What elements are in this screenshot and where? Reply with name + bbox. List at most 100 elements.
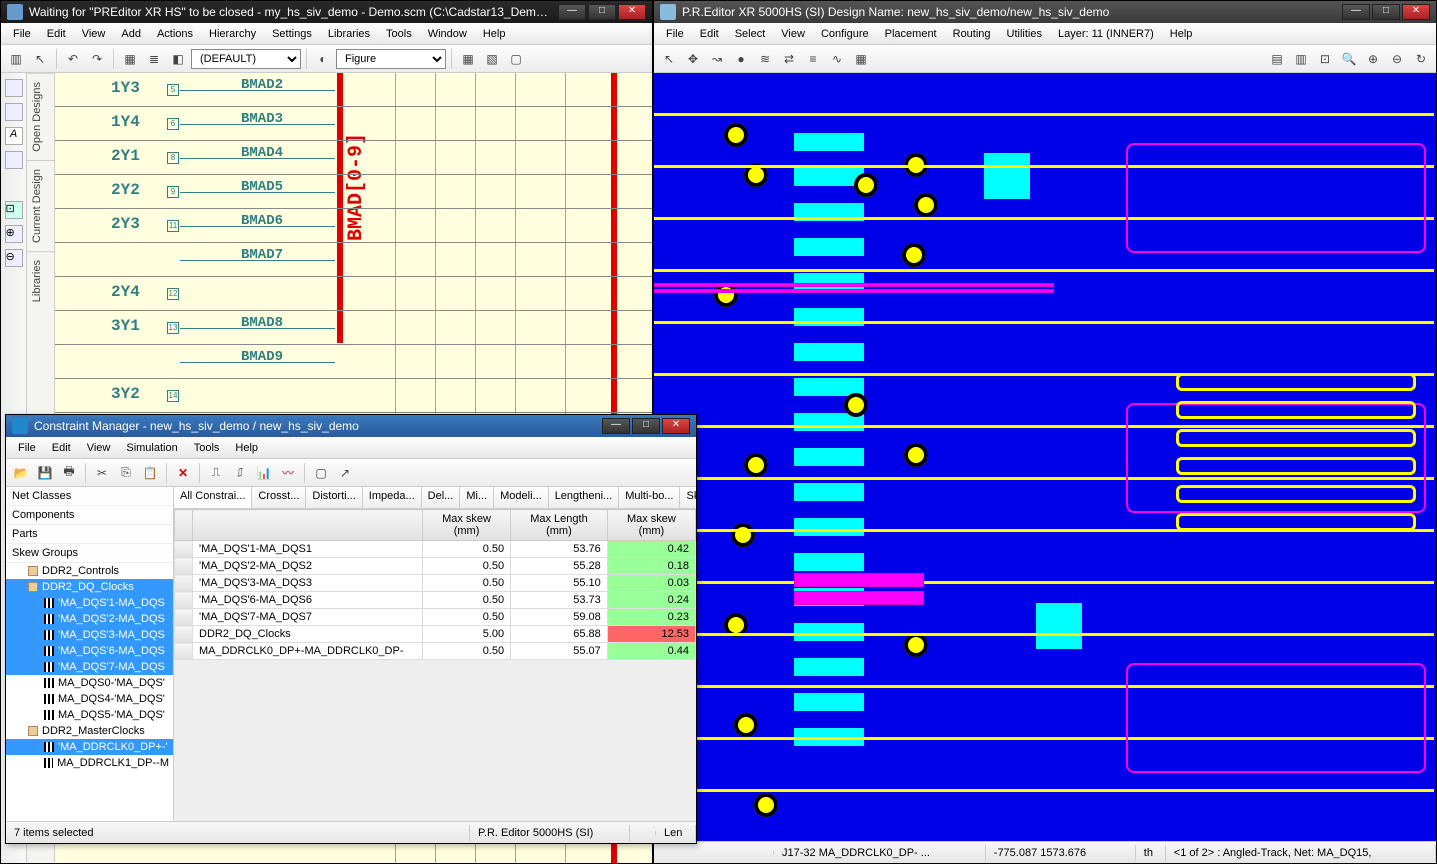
- cell-value[interactable]: 55.10: [511, 575, 608, 592]
- sim2-icon[interactable]: ⎎: [229, 462, 251, 484]
- cell-value[interactable]: 0.50: [423, 575, 511, 592]
- row-handle[interactable]: [175, 626, 193, 643]
- export-icon[interactable]: ↗: [334, 462, 356, 484]
- cell-value[interactable]: 59.08: [511, 609, 608, 626]
- zoom-out-icon[interactable]: ⊖: [5, 249, 23, 267]
- colors-icon[interactable]: ▥: [1290, 48, 1312, 70]
- print-icon[interactable]: 🖶: [58, 462, 80, 484]
- tree-item[interactable]: 'MA_DQS'7-MA_DQS: [6, 659, 173, 675]
- col-header[interactable]: Max skew (mm): [607, 510, 695, 541]
- menu-utilities[interactable]: Utilities: [999, 26, 1050, 42]
- cm-grid[interactable]: Max skew (mm)Max Length (mm)Max skew (mm…: [174, 509, 696, 821]
- cell-value[interactable]: 55.07: [511, 643, 608, 660]
- col-header[interactable]: Max Length (mm): [511, 510, 608, 541]
- window-icon[interactable]: ▦: [119, 48, 141, 70]
- menu-window[interactable]: Window: [420, 26, 475, 42]
- layers-icon[interactable]: ≣: [143, 48, 165, 70]
- menu-view[interactable]: View: [79, 440, 119, 456]
- tab-allconstrai[interactable]: All Constrai...: [174, 487, 252, 508]
- table-row[interactable]: 'MA_DQS'7-MA_DQS70.5059.080.23: [175, 609, 696, 626]
- refresh-icon[interactable]: ↻: [1410, 48, 1432, 70]
- side-tab-open-designs[interactable]: Open Designs: [27, 73, 54, 160]
- menu-edit[interactable]: Edit: [692, 26, 727, 42]
- open-icon[interactable]: 📂: [10, 462, 32, 484]
- cell-value[interactable]: 0.18: [607, 558, 695, 575]
- tree-item[interactable]: MA_DQS4-'MA_DQS': [6, 691, 173, 707]
- minimize-button[interactable]: —: [558, 4, 586, 20]
- maximize-button[interactable]: □: [632, 418, 660, 434]
- menu-file[interactable]: File: [10, 440, 44, 456]
- undo-icon[interactable]: ↶: [62, 48, 84, 70]
- bus-icon[interactable]: ≡: [802, 48, 824, 70]
- table-row[interactable]: 'MA_DQS'6-MA_DQS60.5053.730.24: [175, 592, 696, 609]
- menu-placement[interactable]: Placement: [877, 26, 945, 42]
- tree-item[interactable]: 'MA_DQS'3-MA_DQS: [6, 627, 173, 643]
- cell-name[interactable]: 'MA_DQS'6-MA_DQS6: [193, 592, 423, 609]
- table-row[interactable]: 'MA_DQS'1-MA_DQS10.5053.760.42: [175, 541, 696, 558]
- cm-titlebar[interactable]: Constraint Manager - new_hs_siv_demo / n…: [6, 415, 696, 437]
- minimize-button[interactable]: —: [1342, 4, 1370, 20]
- pr-canvas[interactable]: [654, 73, 1436, 841]
- side-tab-libraries[interactable]: Libraries: [27, 251, 54, 310]
- delete-icon[interactable]: ✕: [172, 462, 194, 484]
- zoom-in-icon[interactable]: ⊕: [5, 225, 23, 243]
- cell-value[interactable]: 12.53: [607, 626, 695, 643]
- table-row[interactable]: 'MA_DQS'2-MA_DQS20.5055.280.18: [175, 558, 696, 575]
- cell-value[interactable]: 53.76: [511, 541, 608, 558]
- row-handle[interactable]: [175, 541, 193, 558]
- tree-item[interactable]: MA_DDRCLK1_DP--M: [6, 755, 173, 771]
- redo-icon[interactable]: ↷: [86, 48, 108, 70]
- tab-impeda[interactable]: Impeda...: [363, 487, 422, 508]
- toggle-icon[interactable]: ◐: [312, 48, 334, 70]
- row-handle[interactable]: [175, 643, 193, 660]
- default-combo[interactable]: (DEFAULT): [191, 49, 301, 69]
- zoom-in-icon[interactable]: ⊕: [1362, 48, 1384, 70]
- col-header[interactable]: [193, 510, 423, 541]
- menu-edit[interactable]: Edit: [39, 26, 74, 42]
- tree-section-net-classes[interactable]: Net Classes: [6, 487, 173, 506]
- menu-edit[interactable]: Edit: [44, 440, 79, 456]
- menu-layer-11-inner7-[interactable]: Layer: 11 (INNER7): [1050, 26, 1162, 42]
- zoom-fit-icon[interactable]: ⊡: [5, 201, 23, 219]
- table-row[interactable]: MA_DDRCLK0_DP+-MA_DDRCLK0_DP-0.5055.070.…: [175, 643, 696, 660]
- tab-lengtheni[interactable]: Lengtheni...: [549, 487, 620, 508]
- minimize-button[interactable]: —: [602, 418, 630, 434]
- tree-item[interactable]: MA_DQS5-'MA_DQS': [6, 707, 173, 723]
- menu-libraries[interactable]: Libraries: [320, 26, 378, 42]
- cell-value[interactable]: 0.50: [423, 558, 511, 575]
- row-handle[interactable]: [175, 558, 193, 575]
- row-handle[interactable]: [175, 609, 193, 626]
- net-icon[interactable]: ≋: [754, 48, 776, 70]
- grid2-icon[interactable]: ▧: [481, 48, 503, 70]
- cell-name[interactable]: 'MA_DQS'1-MA_DQS1: [193, 541, 423, 558]
- tree-item[interactable]: 'MA_DQS'1-MA_DQS: [6, 595, 173, 611]
- menu-settings[interactable]: Settings: [264, 26, 320, 42]
- tool-c-icon[interactable]: [5, 151, 23, 169]
- tab-mi[interactable]: Mi...: [460, 487, 494, 508]
- grid1-icon[interactable]: ▦: [457, 48, 479, 70]
- cell-name[interactable]: 'MA_DQS'7-MA_DQS7: [193, 609, 423, 626]
- grid3-icon[interactable]: ▢: [505, 48, 527, 70]
- maximize-button[interactable]: □: [588, 4, 616, 20]
- menu-select[interactable]: Select: [727, 26, 774, 42]
- menu-tools[interactable]: Tools: [186, 440, 228, 456]
- tree-section-parts[interactable]: Parts: [6, 525, 173, 544]
- tab-distorti[interactable]: Distorti...: [306, 487, 362, 508]
- close-button[interactable]: ✕: [662, 418, 690, 434]
- zoom-out-icon[interactable]: ⊖: [1386, 48, 1408, 70]
- tab-crosst[interactable]: Crosst...: [252, 487, 306, 508]
- cell-value[interactable]: 53.73: [511, 592, 608, 609]
- tool-text-icon[interactable]: A: [5, 127, 23, 145]
- cell-value[interactable]: 0.24: [607, 592, 695, 609]
- cell-value[interactable]: 0.42: [607, 541, 695, 558]
- cell-value[interactable]: 0.23: [607, 609, 695, 626]
- cell-value[interactable]: 0.50: [423, 609, 511, 626]
- sim1-icon[interactable]: ⎍: [205, 462, 227, 484]
- cell-name[interactable]: 'MA_DQS'3-MA_DQS3: [193, 575, 423, 592]
- via-icon[interactable]: ●: [730, 48, 752, 70]
- menu-simulation[interactable]: Simulation: [118, 440, 185, 456]
- side-tab-current-design[interactable]: Current Design: [27, 160, 54, 251]
- window-icon[interactable]: ▢: [310, 462, 332, 484]
- save-icon[interactable]: 💾: [34, 462, 56, 484]
- tool-b-icon[interactable]: [5, 103, 23, 121]
